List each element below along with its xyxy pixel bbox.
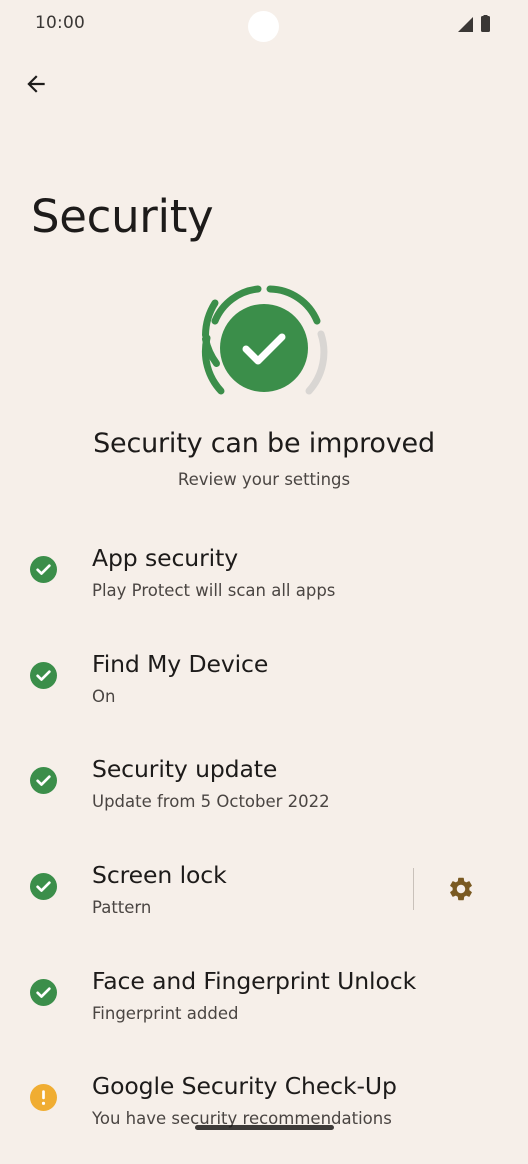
camera-cutout <box>248 11 279 42</box>
cellular-signal-icon <box>458 17 473 32</box>
item-title: App security <box>92 544 239 572</box>
item-title: Screen lock <box>92 861 227 889</box>
item-subtitle: On <box>92 687 116 706</box>
status-subtitle: Review your settings <box>177 470 351 489</box>
status-time: 10:00 <box>35 13 85 33</box>
check-circle-icon <box>30 556 57 583</box>
list-item-find-my-device[interactable]: Find My Device On <box>0 634 528 740</box>
check-circle-icon <box>30 873 57 900</box>
page-title: Security <box>31 190 214 243</box>
gear-icon <box>450 877 472 901</box>
warning-circle-icon <box>30 1084 57 1111</box>
item-title: Find My Device <box>92 650 269 678</box>
gesture-nav-handle[interactable] <box>195 1125 334 1130</box>
list-item-google-security-checkup[interactable]: Google Security Check-Up You have securi… <box>0 1058 528 1164</box>
item-title: Google Security Check-Up <box>92 1072 397 1100</box>
list-item-app-security[interactable]: App security Play Protect will scan all … <box>0 528 528 634</box>
battery-icon <box>481 16 490 32</box>
check-circle-icon <box>30 767 57 794</box>
back-button[interactable] <box>16 64 56 104</box>
item-subtitle: Update from 5 October 2022 <box>92 792 330 811</box>
status-heading: Security can be improved <box>93 428 435 459</box>
divider <box>413 868 414 910</box>
item-title: Security update <box>92 755 278 783</box>
arrow-back-icon <box>27 75 45 93</box>
check-circle-icon <box>30 662 57 689</box>
item-subtitle: Fingerprint added <box>92 1004 239 1023</box>
status-bar: 10:00 <box>0 0 528 48</box>
screen-lock-settings-button[interactable] <box>440 868 482 910</box>
status-icons <box>458 15 490 32</box>
list-item-security-update[interactable]: Security update Update from 5 October 20… <box>0 740 528 846</box>
check-circle-icon <box>30 979 57 1006</box>
list-item-screen-lock[interactable]: Screen lock Pattern <box>0 846 528 952</box>
item-subtitle: Play Protect will scan all apps <box>92 581 336 600</box>
item-subtitle: Pattern <box>92 898 152 917</box>
item-title: Face and Fingerprint Unlock <box>92 967 417 995</box>
list-item-face-fingerprint-unlock[interactable]: Face and Fingerprint Unlock Fingerprint … <box>0 952 528 1058</box>
shield-check-icon <box>201 285 328 395</box>
